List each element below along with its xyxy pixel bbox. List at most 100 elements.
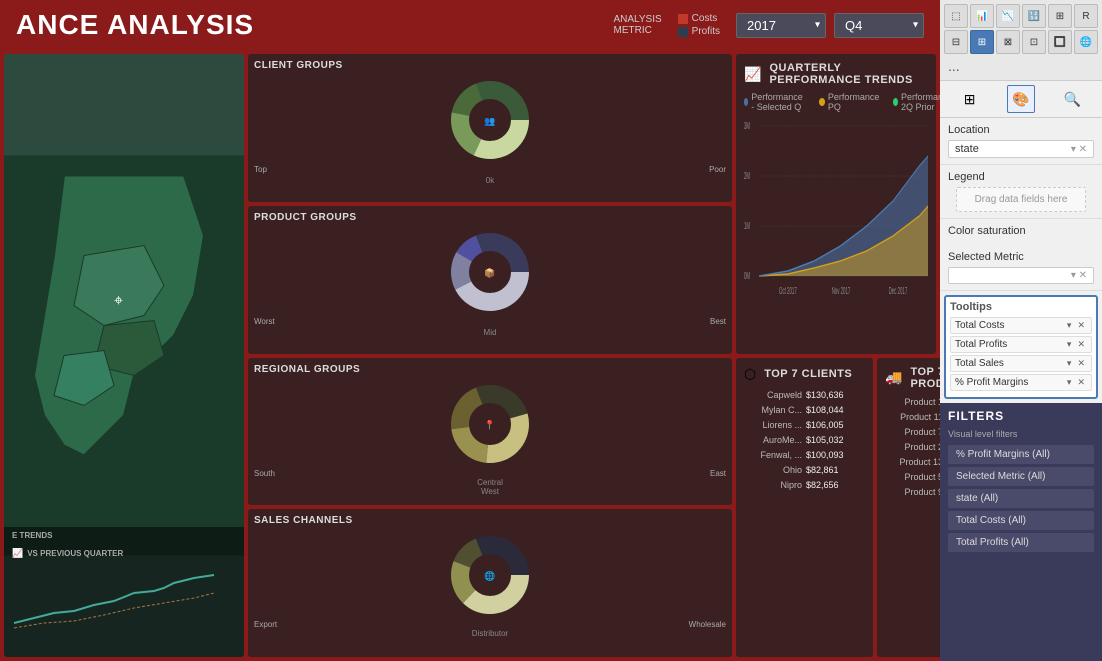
tooltip-item: Total Profits ▾ ✕ xyxy=(950,336,1092,353)
toolbar-btn-2-3[interactable]: ⊠ xyxy=(996,30,1020,54)
toolbar-btn-2-1[interactable]: ⊟ xyxy=(944,30,968,54)
clients-icon: ⬡ xyxy=(744,366,756,383)
filter-item[interactable]: Selected Metric (All) xyxy=(948,467,1094,486)
product-bar-row: Product 13 $225,547 xyxy=(885,456,940,468)
client-name: AuroMe... xyxy=(744,435,802,445)
tooltip-dropdown-btn[interactable]: ▾ xyxy=(1065,358,1074,369)
toolbar-btn-2-5[interactable]: 🔲 xyxy=(1048,30,1072,54)
toolbar-btn-chart5[interactable]: ⊞ xyxy=(1048,4,1072,28)
client-top-label: Top xyxy=(254,165,267,174)
tooltip-item: Total Costs ▾ ✕ xyxy=(950,317,1092,334)
toolbar-btn-chart6[interactable]: R xyxy=(1074,4,1098,28)
toolbar-btn-2-4[interactable]: ⊡ xyxy=(1022,30,1046,54)
legend-selected: Performance - Selected Q xyxy=(751,92,806,112)
filter-item[interactable]: Total Costs (All) xyxy=(948,511,1094,530)
year-dropdown[interactable]: 2017 2016 xyxy=(736,13,826,38)
location-clear[interactable]: ▾ ✕ xyxy=(1071,144,1087,155)
regional-groups-panel: REGIONAL GROUPS 📍 South East Central Wes… xyxy=(248,358,732,506)
client-groups-panel: CLIENT GROUPS 👥 Top Poor 0k xyxy=(248,54,732,202)
clients-panel: ⬡ TOP 7 CLIENTS Capweld $130,636 Mylan C… xyxy=(736,358,873,658)
regional-west-label: West xyxy=(481,487,499,496)
year-dropdown-wrapper[interactable]: 2017 2016 xyxy=(736,13,826,38)
product-bar-row: Product 7 $401,887 xyxy=(885,426,940,438)
regional-groups-donut: 📍 xyxy=(440,379,540,469)
quarterly-header: 📈 QUARTERLY PERFORMANCE TRENDS xyxy=(744,62,928,86)
svg-text:Nov 2017: Nov 2017 xyxy=(832,285,851,297)
filter-item[interactable]: % Profit Margins (All) xyxy=(948,445,1094,464)
ok-label: 0k xyxy=(486,176,494,185)
analysis-label: ANALYSIS xyxy=(613,14,661,25)
regional-east-label: East xyxy=(710,469,726,478)
tooltip-dropdown-btn[interactable]: ▾ xyxy=(1065,320,1074,331)
selected-metric-section: Selected Metric ▾ ✕ xyxy=(940,245,1102,291)
tooltip-dropdown-btn[interactable]: ▾ xyxy=(1065,377,1074,388)
tooltip-remove-btn[interactable]: ✕ xyxy=(1075,339,1087,350)
client-value: $105,032 xyxy=(806,435,861,445)
svg-text:👥: 👥 xyxy=(484,116,495,126)
channel-export-label: Export xyxy=(254,620,277,629)
products-panel: 🚚 TOP 7 PRODUCTS Product 1 $559,747 Prod… xyxy=(877,358,940,658)
clients-header: ⬡ TOP 7 CLIENTS xyxy=(744,366,865,383)
quarter-dropdown[interactable]: Q4 Q3 Q2 Q1 xyxy=(834,13,924,38)
product-worst-label: Worst xyxy=(254,317,275,326)
product-name: Product 2 xyxy=(885,442,940,452)
toolbar-btn-chart2[interactable]: 📊 xyxy=(970,4,994,28)
svg-text:3M: 3M xyxy=(744,120,750,132)
tooltip-item-label: Total Costs xyxy=(955,320,1004,331)
mini-trend-chart xyxy=(14,563,234,633)
header-controls: ANALYSIS METRIC Costs Profits 2017 2016 xyxy=(613,13,924,38)
products-title: TOP 7 PRODUCTS xyxy=(910,366,940,390)
client-value: $82,656 xyxy=(806,480,861,490)
sidebar-icon-format[interactable]: 🎨 xyxy=(1007,85,1035,113)
product-mid-label: Mid xyxy=(484,328,497,337)
svg-text:📍: 📍 xyxy=(484,419,495,430)
location-value-row: state ▾ ✕ xyxy=(948,140,1094,158)
quarter-dropdown-wrapper[interactable]: Q4 Q3 Q2 Q1 xyxy=(834,13,924,38)
client-value: $130,636 xyxy=(806,390,861,400)
filter-item[interactable]: Total Profits (All) xyxy=(948,533,1094,552)
toolbar-btn-chart3[interactable]: 📉 xyxy=(996,4,1020,28)
tooltip-item-label: Total Profits xyxy=(955,339,1007,350)
tooltip-dropdown-btn[interactable]: ▾ xyxy=(1065,339,1074,350)
toolbar-btn-chart4[interactable]: 🔢 xyxy=(1022,4,1046,28)
page-title: ANCE ANALYSIS xyxy=(16,9,601,41)
filters-sub: Visual level filters xyxy=(948,429,1094,439)
product-name: Product 1 xyxy=(885,397,940,407)
products-bars: Product 1 $559,747 Product 11 $441,865 P… xyxy=(885,396,940,498)
tooltip-actions: ▾ ✕ xyxy=(1065,339,1087,350)
toolbar-btn-chart1[interactable]: ⬚ xyxy=(944,4,968,28)
tooltip-actions: ▾ ✕ xyxy=(1065,358,1087,369)
tooltips-title: Tooltips xyxy=(950,301,1092,313)
regional-groups-title: REGIONAL GROUPS xyxy=(254,364,360,375)
client-name: Fenwal, ... xyxy=(744,450,802,460)
sidebar-icon-fields[interactable]: ⊞ xyxy=(956,85,984,113)
filter-items: % Profit Margins (All) Selected Metric (A… xyxy=(948,445,1094,552)
toolbar-btn-2-6[interactable]: 🌐 xyxy=(1074,30,1098,54)
client-value: $100,093 xyxy=(806,450,861,460)
selected-metric-clear[interactable]: ▾ ✕ xyxy=(1071,270,1087,281)
tooltip-item: % Profit Margins ▾ ✕ xyxy=(950,374,1092,391)
sales-channels-donut: 🌐 xyxy=(440,530,540,620)
sidebar-icon-analytics[interactable]: 🔍 xyxy=(1058,85,1086,113)
toolbar-btn-2-2[interactable]: ⊞ xyxy=(970,30,994,54)
selected-metric-row: ▾ ✕ xyxy=(948,267,1094,284)
right-panel: CLIENT GROUPS 👥 Top Poor 0k PRODUCT GROU… xyxy=(248,54,732,657)
legend-prior: Performance 2Q Prior xyxy=(901,92,940,112)
sidebar-toolbar: ⬚ 📊 📉 🔢 ⊞ R ⊟ ⊞ ⊠ ⊡ 🔲 🌐 ... xyxy=(940,0,1102,81)
quarterly-icon: 📈 xyxy=(744,66,761,83)
product-bar-row: Product 1 $559,747 xyxy=(885,396,940,408)
tooltip-remove-btn[interactable]: ✕ xyxy=(1075,320,1087,331)
tooltip-remove-btn[interactable]: ✕ xyxy=(1075,377,1087,388)
client-poor-label: Poor xyxy=(709,165,726,174)
client-bar-row: Fenwal, ... $100,093 xyxy=(744,449,865,461)
tooltip-remove-btn[interactable]: ✕ xyxy=(1075,358,1087,369)
profits-legend-label: Profits xyxy=(692,26,720,37)
client-value: $106,005 xyxy=(806,420,861,430)
client-bar-row: Mylan C... $108,044 xyxy=(744,404,865,416)
filter-item[interactable]: state (All) xyxy=(948,489,1094,508)
client-name: Nipro xyxy=(744,480,802,490)
channel-wholesale-label: Wholesale xyxy=(689,620,726,629)
client-groups-title: CLIENT GROUPS xyxy=(254,60,343,71)
quarterly-chart-area: 3M 2M 1M 0M Oct 2017 Nov 2017 Dec 2017 xyxy=(744,116,928,346)
vs-label: VS PREVIOUS QUARTER xyxy=(27,549,123,558)
